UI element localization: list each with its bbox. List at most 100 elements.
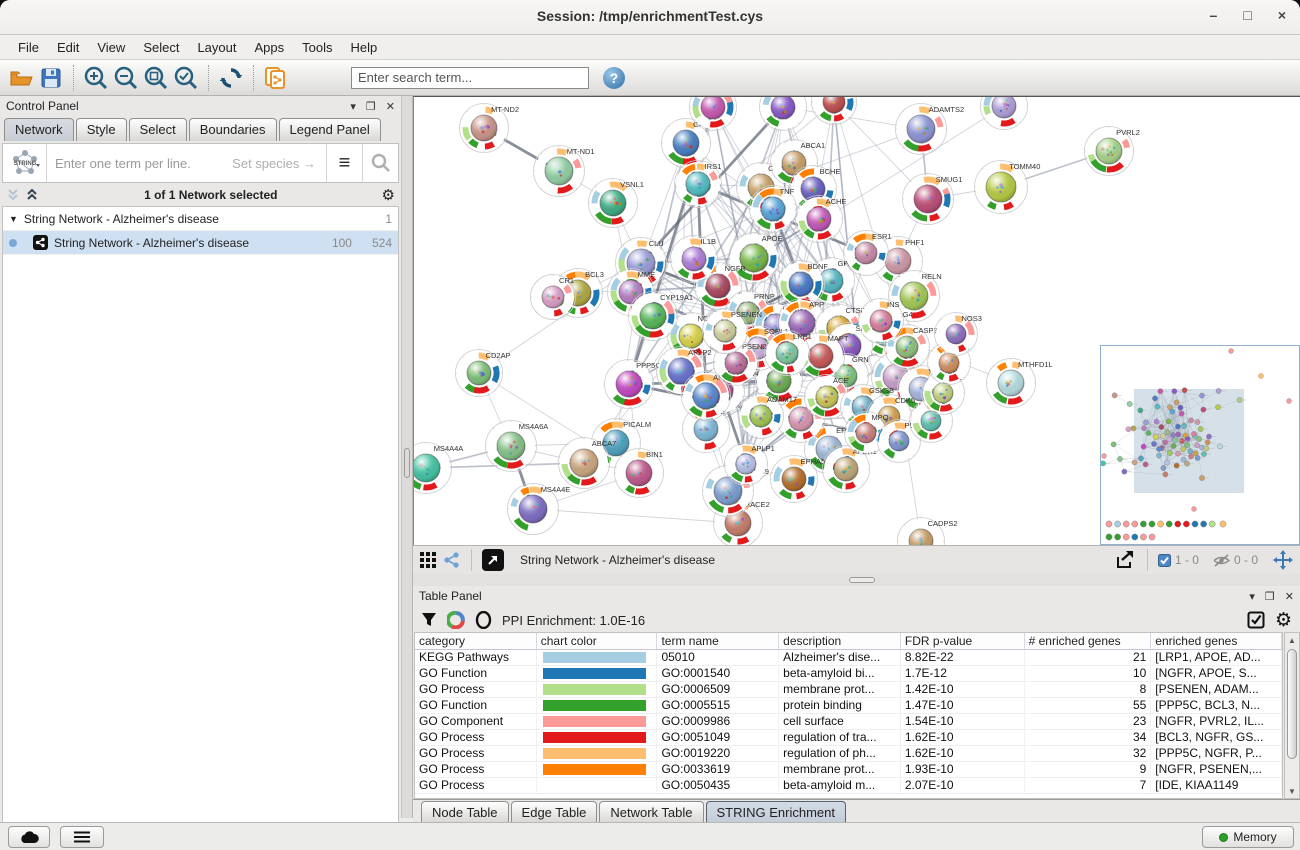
search-input[interactable] [351,67,589,89]
string-logo-icon[interactable]: STRING [3,144,47,182]
menu-tools[interactable]: Tools [294,37,340,58]
enrichment-settings-icon[interactable]: ⚙ [1275,609,1292,632]
network-node[interactable]: IRS1 [675,161,722,208]
maximize-button[interactable]: □ [1243,7,1251,23]
network-node[interactable]: TNF [750,186,797,233]
birdseye-navigator[interactable] [1100,345,1300,545]
network-node[interactable]: CR1 [531,275,576,320]
network-node[interactable]: MS4A4E [508,484,571,535]
splitter-handle[interactable] [404,448,410,478]
select-checkbox-icon[interactable] [1247,611,1265,629]
tab-network[interactable]: Network [4,118,74,141]
panel-float-icon[interactable]: ❐ [1265,590,1275,603]
network-node[interactable]: CADPS2 [898,518,958,546]
network-node[interactable]: PPP5C [605,360,662,409]
panel-close-icon[interactable]: ✕ [1285,590,1294,603]
tab-node-table[interactable]: Node Table [421,801,509,822]
enrichment-table[interactable]: categorychart colorterm namedescriptionF… [414,632,1283,799]
panel-menu-icon[interactable]: ▾ [1249,590,1255,603]
network-node[interactable]: BIN1 [615,449,664,498]
network-node[interactable]: EPHA5 [771,456,826,503]
table-row[interactable]: GO ProcessGO:0050435beta-amyloid m...2.0… [415,778,1282,794]
tab-style[interactable]: Style [76,118,127,141]
network-node[interactable]: PVRL2 [1085,127,1140,176]
network-settings-icon[interactable]: ⚙ [382,186,395,204]
refresh-icon[interactable] [216,64,246,92]
zoom-fit-icon[interactable] [141,64,171,92]
table-row[interactable]: GO ProcessGO:0033619membrane prot...1.93… [415,762,1282,778]
menu-layout[interactable]: Layout [189,37,244,58]
menu-select[interactable]: Select [135,37,187,58]
menu-apps[interactable]: Apps [247,37,293,58]
network-node[interactable]: SMUG1 [903,174,963,225]
scroll-thumb[interactable] [1287,649,1297,759]
table-row[interactable]: GO ProcessGO:0006509membrane prot...1.42… [415,682,1282,698]
tab-legend-panel[interactable]: Legend Panel [279,118,381,141]
tree-expand-icon[interactable]: ▼ [9,214,18,224]
circle-outline-icon[interactable] [475,611,492,629]
network-node[interactable]: IL1B [671,236,718,283]
help-icon[interactable]: ? [603,67,625,89]
detach-view-icon[interactable] [482,549,504,571]
network-node[interactable]: MS4A4A [414,443,463,494]
network-node[interactable]: CD2AP [456,350,511,397]
copy-network-icon[interactable] [261,64,291,92]
expand-all-icon[interactable] [25,188,40,201]
memory-button[interactable]: Memory [1202,826,1294,848]
zoom-selected-icon[interactable] [171,64,201,92]
menu-edit[interactable]: Edit [49,37,87,58]
tab-edge-table[interactable]: Edge Table [511,801,598,822]
network-node[interactable]: CASP9 [812,97,865,125]
table-row[interactable]: GO FunctionGO:0005515protein binding1.47… [415,698,1282,714]
save-session-icon[interactable] [36,64,66,92]
network-node[interactable]: SORT1 [981,97,1036,130]
chart-donut-icon[interactable] [447,611,465,629]
table-scrollbar[interactable]: ▲ ▼ [1284,632,1300,799]
open-session-icon[interactable] [6,64,36,92]
table-row[interactable]: GO ComponentGO:0009986cell surface1.54E-… [415,714,1282,730]
minimize-button[interactable]: – [1210,7,1218,23]
splitter-handle[interactable] [849,577,875,583]
string-query-input[interactable] [47,144,326,182]
network-node[interactable]: TOMM40 [975,161,1041,214]
column-header[interactable]: description [779,633,901,649]
network-node[interactable]: MT-ND2 [460,104,520,153]
network-node[interactable]: ADAMTS2 [896,104,965,155]
network-node[interactable]: INS [859,299,904,344]
network-row-selected[interactable]: String Network - Alzheimer's disease 100… [3,231,398,255]
panel-menu-icon[interactable]: ▾ [350,100,356,113]
horizontal-splitter[interactable] [413,574,1300,586]
table-row[interactable]: GO ProcessGO:0051049regulation of tra...… [415,730,1282,746]
tab-network-table[interactable]: Network Table [599,801,703,822]
task-history-button[interactable] [60,826,104,848]
menu-file[interactable]: File [10,37,47,58]
column-header[interactable]: term name [657,633,779,649]
column-header[interactable]: enriched genes [1151,633,1282,649]
tab-boundaries[interactable]: Boundaries [189,118,277,141]
zoom-out-icon[interactable] [111,64,141,92]
cloud-button[interactable] [8,826,50,848]
network-node[interactable]: MT-ND1 [534,146,595,197]
network-node[interactable]: VSNL1 [589,179,644,228]
menu-view[interactable]: View [89,37,133,58]
table-row[interactable]: GO ProcessGO:0019220regulation of ph...1… [415,746,1282,762]
zoom-in-icon[interactable] [81,64,111,92]
vertical-splitter[interactable] [401,96,413,818]
menu-help[interactable]: Help [343,37,386,58]
panel-close-icon[interactable]: ✕ [386,100,395,113]
network-node[interactable]: MTHFD1L [987,359,1053,408]
network-collection-row[interactable]: ▼ String Network - Alzheimer's disease 1 [3,207,398,231]
string-search-icon[interactable] [362,144,398,182]
share-view-icon[interactable] [443,551,461,569]
export-network-icon[interactable] [1115,550,1137,570]
grid-view-icon[interactable] [419,551,437,569]
table-row[interactable]: KEGG Pathways05010Alzheimer's dise...8.8… [415,650,1282,666]
scroll-down-icon[interactable]: ▼ [1285,784,1299,798]
tab-string-enrichment[interactable]: STRING Enrichment [706,801,846,822]
close-button[interactable]: × [1278,7,1286,23]
table-row[interactable]: GO FunctionGO:0001540beta-amyloid bi...1… [415,666,1282,682]
string-options-icon[interactable]: ≡ [326,144,362,182]
panel-float-icon[interactable]: ❐ [366,100,376,113]
tab-select[interactable]: Select [129,118,187,141]
column-header[interactable]: category [415,633,537,649]
